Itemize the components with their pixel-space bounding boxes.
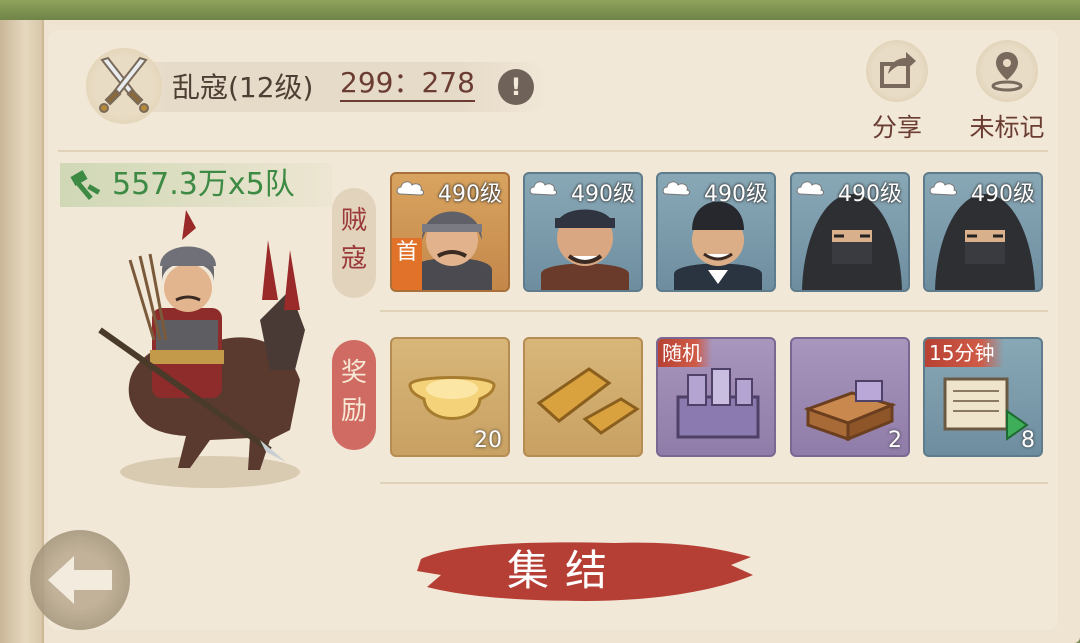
cloud-icon [396,181,424,196]
scroll-rod [0,0,44,643]
reward-card-2[interactable] [523,337,643,457]
header-divider [58,150,1048,152]
gold-bars-icon [536,367,640,435]
section-divider [380,310,1048,312]
back-button[interactable] [30,530,130,630]
coordinates-link[interactable]: 299：278 [340,66,475,102]
cloud-icon [929,181,957,196]
crossed-swords-icon [86,48,162,124]
enemies-section-tag: 贼寇 [332,188,376,298]
map-pin-icon [976,40,1038,102]
map-background-strip [0,0,1080,20]
rally-button[interactable]: 集结 [415,535,755,607]
reward-card-1[interactable]: 20 [390,337,510,457]
enemy-card-4[interactable]: 490级 [790,172,910,292]
reward-count: 8 [1021,428,1035,453]
info-button[interactable]: ! [498,69,534,105]
random-tag: 随机 [658,339,712,367]
cloud-icon [529,181,557,196]
enemy-card-5[interactable]: 490级 [923,172,1043,292]
rewards-section-tag: 奖励 [332,340,376,450]
enemy-level: 490级 [704,182,768,207]
share-icon [866,40,928,102]
reward-card-4[interactable]: 2 [790,337,910,457]
share-label: 分享 [871,113,922,142]
enemy-card-1[interactable]: 490级 首 [390,172,510,292]
back-arrow-icon [48,556,112,604]
reward-card-5[interactable]: 15分钟 8 [923,337,1043,457]
mark-button[interactable]: 未标记 [962,40,1052,142]
duration-tag: 15分钟 [925,339,1005,367]
enemy-commander-image [90,200,330,500]
share-button[interactable]: 分享 [852,40,942,142]
enemy-card-3[interactable]: 490级 [656,172,776,292]
rally-label: 集结 [506,546,623,595]
cloud-icon [796,181,824,196]
troop-power-text: 557.3万x5队 [112,167,295,202]
rally-dialog: 乱寇(12级) 299：278 ! 分享 未标记 557.3万x5队 贼 寇 奖… [0,0,1080,643]
enemy-card-2[interactable]: 490级 [523,172,643,292]
enemy-level: 490级 [438,182,502,207]
enemy-level: 490级 [571,182,635,207]
cloud-icon [662,181,690,196]
unmarked-label: 未标记 [969,113,1045,142]
enemy-name: 乱寇(12级) [172,71,314,104]
leader-badge: 首 [392,238,422,290]
enemy-level: 490级 [971,182,1035,207]
reward-count: 20 [474,428,502,453]
enemy-level: 490级 [838,182,902,207]
reward-count: 2 [888,428,902,453]
footer-divider [380,482,1048,484]
reward-card-3[interactable]: 随机 [656,337,776,457]
